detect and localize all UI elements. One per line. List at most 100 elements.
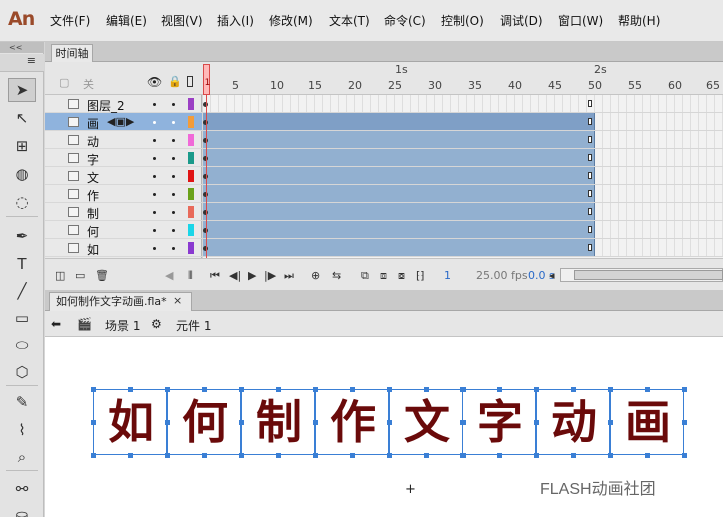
delete-icon[interactable]: 🗑 [95,269,109,282]
new-layer-icon[interactable]: ◫ [55,269,65,282]
frame-row[interactable] [203,113,723,131]
text-object[interactable]: 动 [534,387,613,458]
menu-item-2[interactable]: 视图(V) [161,12,203,29]
motion-tween-span[interactable] [203,221,595,238]
transform-handle[interactable] [534,420,539,425]
layer-row[interactable]: 动 [45,131,202,149]
layer-color-swatch[interactable] [188,242,194,254]
step-forward-icon[interactable]: |▶ [264,269,276,282]
layer-name[interactable]: 动 [87,133,99,150]
layer-toggle-dot[interactable] [172,103,175,106]
motion-tween-span[interactable] [203,113,595,130]
frame-grid[interactable] [203,95,723,258]
edit-multiple-icon[interactable]: ⧇ [398,269,405,283]
layer-toggle-dot[interactable] [153,121,156,124]
transform-handle[interactable] [239,453,244,458]
transform-handle[interactable] [387,387,392,392]
layer-toggle-dot[interactable] [153,229,156,232]
motion-tween-span[interactable] [203,167,595,184]
text-object[interactable]: 文 [387,387,466,458]
layer-color-swatch[interactable] [188,98,194,110]
menu-item-3[interactable]: 插入(I) [217,12,254,29]
transform-handle[interactable] [460,387,465,392]
loop-icon[interactable]: ⇆ [332,269,341,282]
layer-toggle-dot[interactable] [172,211,175,214]
timeline-scroll-thumb[interactable] [574,270,723,280]
layer-color-swatch[interactable] [188,206,194,218]
back-arrow-icon[interactable]: ⬅ [51,317,61,331]
end-frame[interactable] [588,154,592,161]
first-frame-icon[interactable]: ⏮ [210,269,220,283]
last-frame-icon[interactable]: ⏭ [284,269,294,283]
pen-tool-icon[interactable]: ✒ [8,224,36,248]
layer-row[interactable]: 画 ◀▣▶ [45,113,202,131]
transform-handle[interactable] [497,387,502,392]
transform-handle[interactable] [608,420,613,425]
transform-handle[interactable] [682,420,687,425]
modify-markers-icon[interactable]: ⁅⁆ [416,269,425,282]
frame-rate-value[interactable]: 25.00 fps [476,269,528,282]
text-object[interactable]: 画 [608,387,687,458]
layer-row[interactable]: 制 [45,203,202,221]
transform-handle[interactable] [424,453,429,458]
layer-toggle-dot[interactable] [153,157,156,160]
transform-handle[interactable] [682,453,687,458]
grip-icon[interactable]: ⦀ [188,269,193,283]
layer-name[interactable]: 图层_2 [87,97,125,114]
menu-item-1[interactable]: 编辑(E) [106,12,147,29]
menu-item-0[interactable]: 文件(F) [50,12,90,29]
menu-item-7[interactable]: 控制(O) [441,12,484,29]
onion-outline-icon[interactable]: ⧈ [380,269,387,283]
transform-handle[interactable] [239,387,244,392]
end-frame[interactable] [588,226,592,233]
layer-toggle-dot[interactable] [172,139,175,142]
new-folder-icon[interactable]: ▭ [75,269,85,282]
layer-name[interactable]: 字 [87,151,99,168]
transform-handle[interactable] [165,453,170,458]
frame-row[interactable] [203,185,723,203]
transform-handle[interactable] [608,387,613,392]
transform-handle[interactable] [313,387,318,392]
pencil-icon[interactable]: ◀▣▶ [107,115,134,128]
layer-name[interactable]: 如 [87,241,99,258]
oval-tool-icon[interactable]: ⬭ [8,333,36,357]
transform-handle[interactable] [313,453,318,458]
brush-tool-icon[interactable]: ⌇ [8,418,36,442]
selection-tool-icon[interactable]: ➤ [8,78,36,102]
transform-handle[interactable] [645,453,650,458]
layer-color-swatch[interactable] [188,152,194,164]
text-tool-icon[interactable]: T [8,252,36,276]
frame-row[interactable] [203,95,723,113]
collapse-panel-button[interactable]: << [0,42,44,53]
free-transform-tool-icon[interactable]: ⊞ [8,134,36,158]
rectangle-tool-icon[interactable]: ▭ [8,306,36,330]
transform-handle[interactable] [128,387,133,392]
transform-handle[interactable] [682,387,687,392]
end-frame[interactable] [588,208,592,215]
transform-handle[interactable] [313,420,318,425]
transform-handle[interactable] [387,420,392,425]
motion-tween-span[interactable] [203,203,595,220]
layer-row[interactable]: 文 [45,167,202,185]
transform-handle[interactable] [571,453,576,458]
frame-row[interactable] [203,149,723,167]
end-frame[interactable] [588,244,592,251]
transform-handle[interactable] [387,453,392,458]
motion-tween-span[interactable] [203,131,595,148]
3d-rotation-tool-icon[interactable]: ◍ [8,162,36,186]
speaker-icon[interactable]: ◀ [165,269,173,282]
transform-handle[interactable] [350,387,355,392]
end-frame[interactable] [588,118,592,125]
layer-row[interactable]: 字 [45,149,202,167]
layer-name[interactable]: 何 [87,223,99,240]
bone-tool-icon[interactable]: ⚯ [8,477,36,501]
text-object[interactable]: 何 [165,387,244,458]
transform-handle[interactable] [350,453,355,458]
text-object[interactable]: 如 [91,387,170,458]
layer-toggle-dot[interactable] [172,247,175,250]
layer-toggle-dot[interactable] [172,193,175,196]
transform-handle[interactable] [128,453,133,458]
menu-item-5[interactable]: 文本(T) [329,12,370,29]
menu-item-6[interactable]: 命令(C) [384,12,426,29]
scroll-left-icon[interactable]: ◂ [549,269,555,282]
